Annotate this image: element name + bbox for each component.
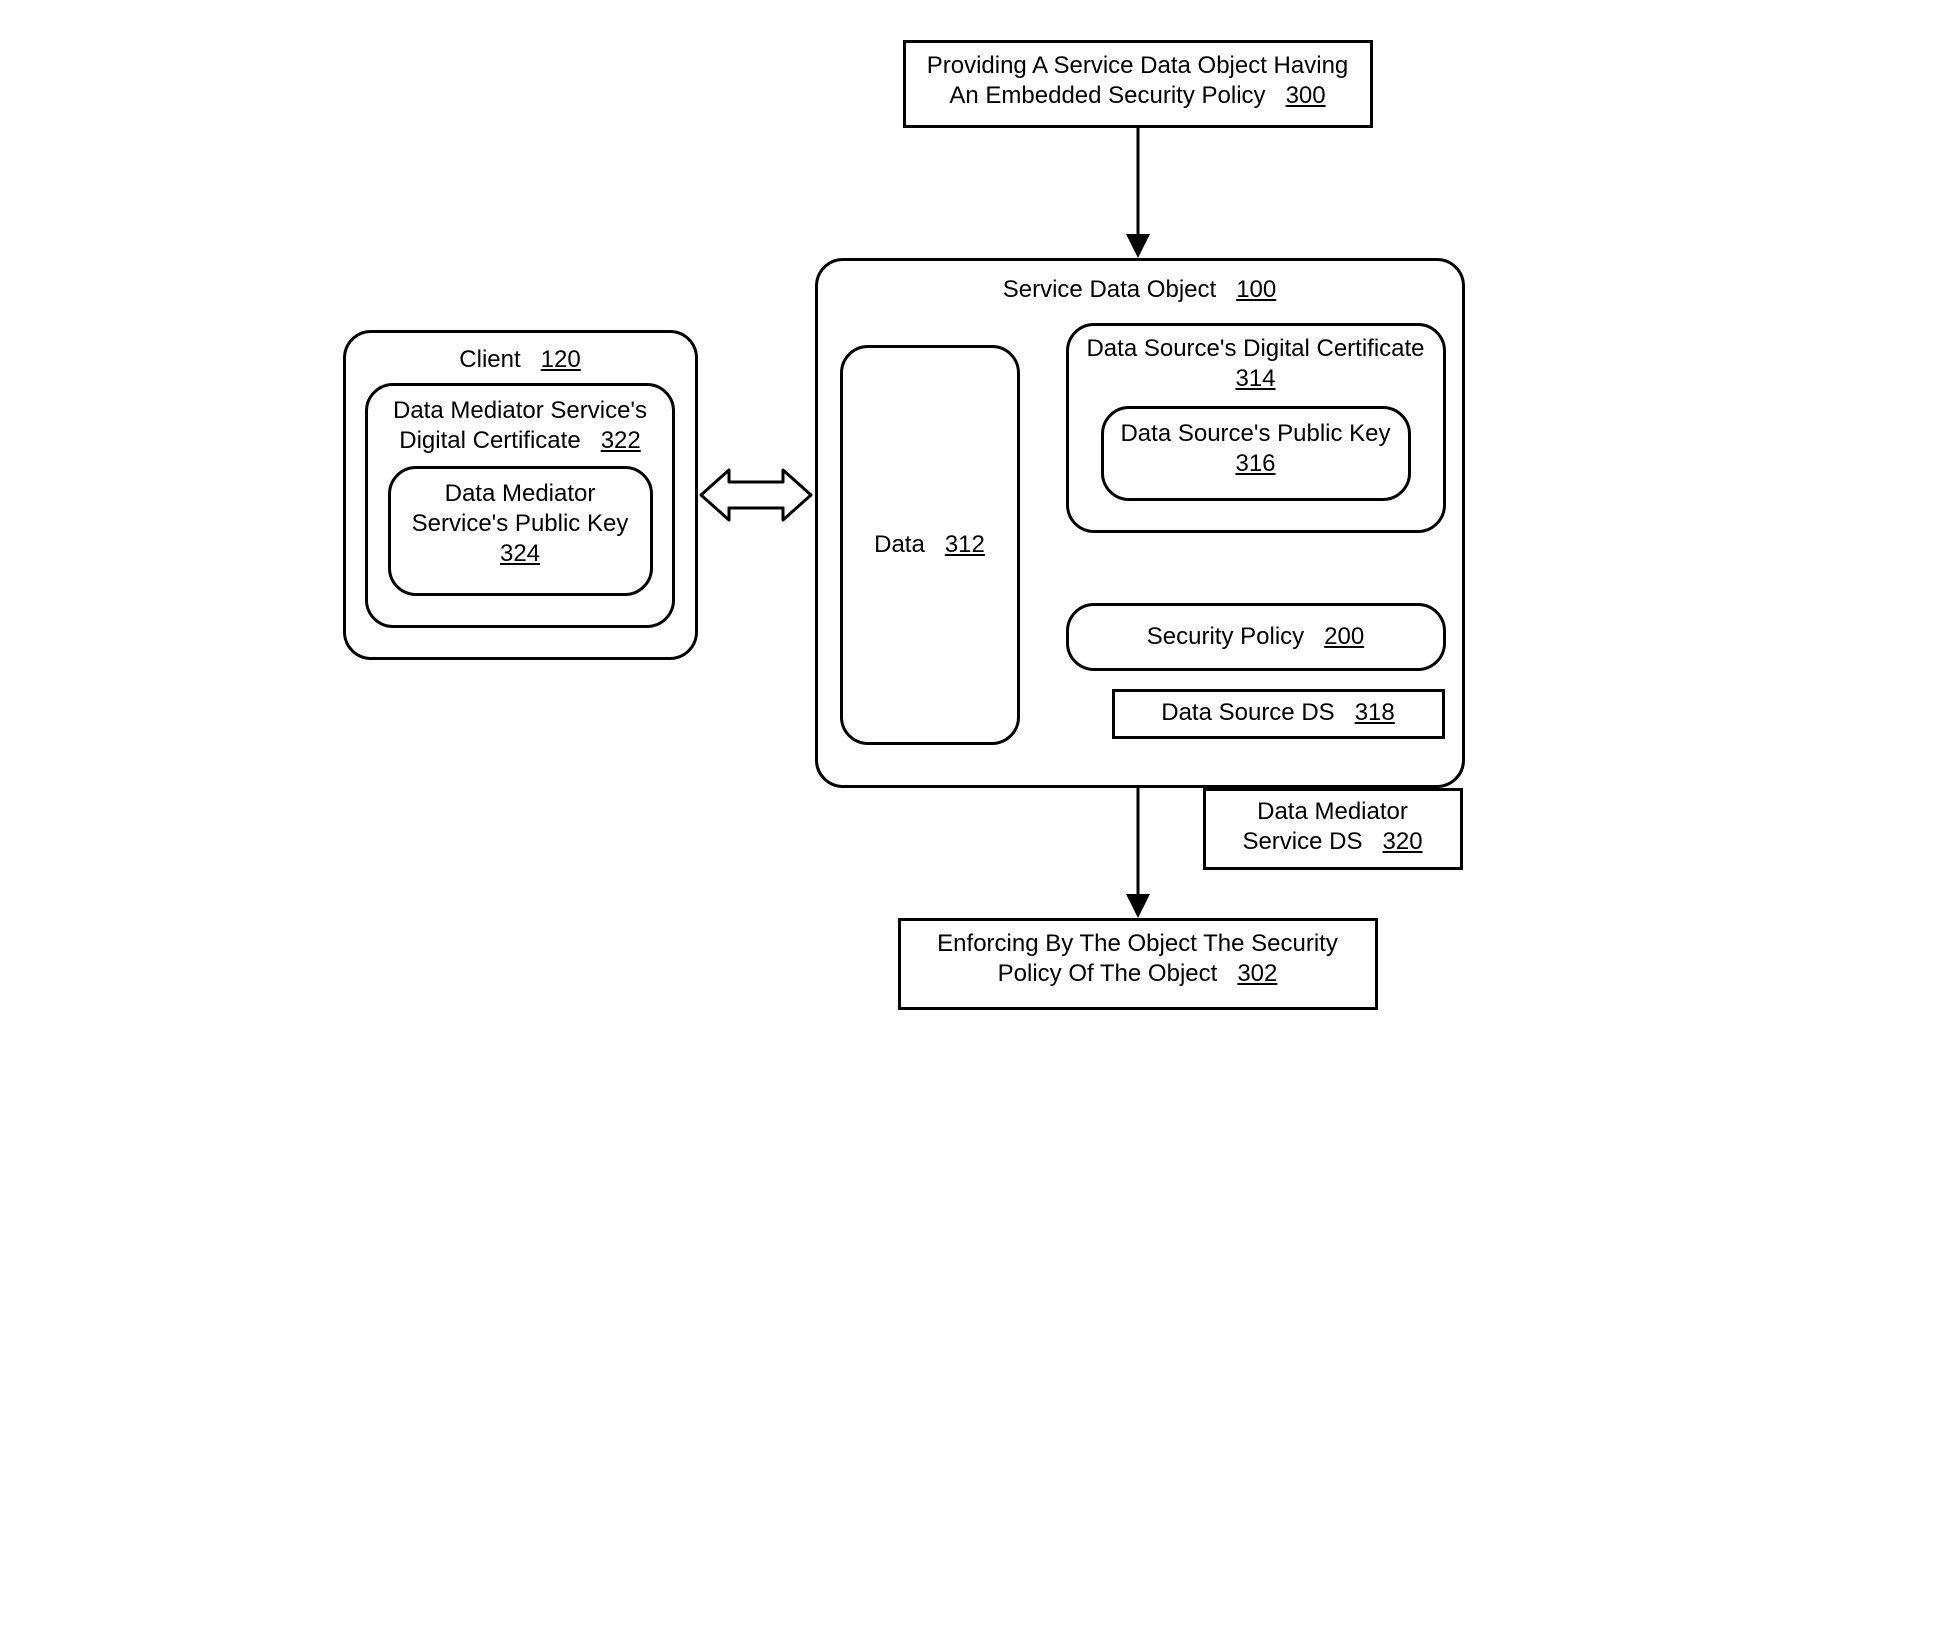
sdo-data-label: Data: [874, 531, 925, 558]
step-provide-sdo: Providing A Service Data Object Having A…: [903, 40, 1373, 128]
step-provide-line1: Providing A Service Data Object Having: [927, 52, 1349, 79]
mediator-ds-line1: Data Mediator: [1257, 798, 1408, 825]
step-enforce-line2: Policy Of The Object: [998, 960, 1218, 987]
ds-key-box: Data Source's Public Key 316: [1101, 406, 1411, 501]
data-source-ds-label: Data Source DS: [1161, 699, 1334, 726]
client-box: Client 120 Data Mediator Service's Digit…: [343, 330, 698, 660]
ds-cert-ref: 314: [1235, 365, 1275, 392]
mediator-ds-ref: 320: [1383, 828, 1423, 855]
sdo-title-ref: 100: [1236, 276, 1276, 303]
ds-key-label: Data Source's Public Key: [1120, 420, 1390, 447]
mediator-ds-box: Data Mediator Service DS 320: [1203, 788, 1463, 870]
sdo-box: Service Data Object 100 Data 312 Data So…: [815, 258, 1465, 788]
client-key-line1: Data Mediator: [445, 480, 596, 507]
step-enforce-policy: Enforcing By The Object The Security Pol…: [898, 918, 1378, 1010]
data-source-ds-box: Data Source DS 318: [1112, 689, 1445, 739]
client-key-line2: Service's Public Key: [412, 510, 629, 537]
client-cert-line2: Digital Certificate: [399, 427, 580, 454]
flow-diagram: Providing A Service Data Object Having A…: [343, 40, 1603, 1090]
ds-key-ref: 316: [1235, 450, 1275, 477]
client-cert-ref: 322: [601, 427, 641, 454]
sdo-title: Service Data Object: [1003, 276, 1216, 303]
mediator-ds-line2: Service DS: [1242, 828, 1362, 855]
arrow-top-to-sdo: [1123, 128, 1153, 258]
data-source-ds-ref: 318: [1355, 699, 1395, 726]
client-cert-line1: Data Mediator Service's: [393, 397, 647, 424]
client-title: Client: [459, 346, 520, 373]
client-key-box: Data Mediator Service's Public Key 324: [388, 466, 653, 596]
client-title-ref: 120: [541, 346, 581, 373]
step-enforce-line1: Enforcing By The Object The Security: [937, 930, 1338, 957]
security-policy-label: Security Policy: [1147, 623, 1304, 650]
client-cert-box: Data Mediator Service's Digital Certific…: [365, 383, 675, 628]
arrow-client-sdo-bidir: [701, 460, 811, 530]
ds-cert-label: Data Source's Digital Certificate: [1086, 335, 1424, 362]
arrow-sdo-to-bottom: [1123, 788, 1153, 918]
step-enforce-ref: 302: [1237, 960, 1277, 987]
step-provide-ref: 300: [1286, 82, 1326, 109]
sdo-data-ref: 312: [945, 531, 985, 558]
step-provide-line2: An Embedded Security Policy: [949, 82, 1265, 109]
ds-cert-box: Data Source's Digital Certificate 314 Da…: [1066, 323, 1446, 533]
security-policy-ref: 200: [1324, 623, 1364, 650]
client-key-ref: 324: [500, 540, 540, 567]
sdo-data-box: Data 312: [840, 345, 1020, 745]
security-policy-box: Security Policy 200: [1066, 603, 1446, 671]
